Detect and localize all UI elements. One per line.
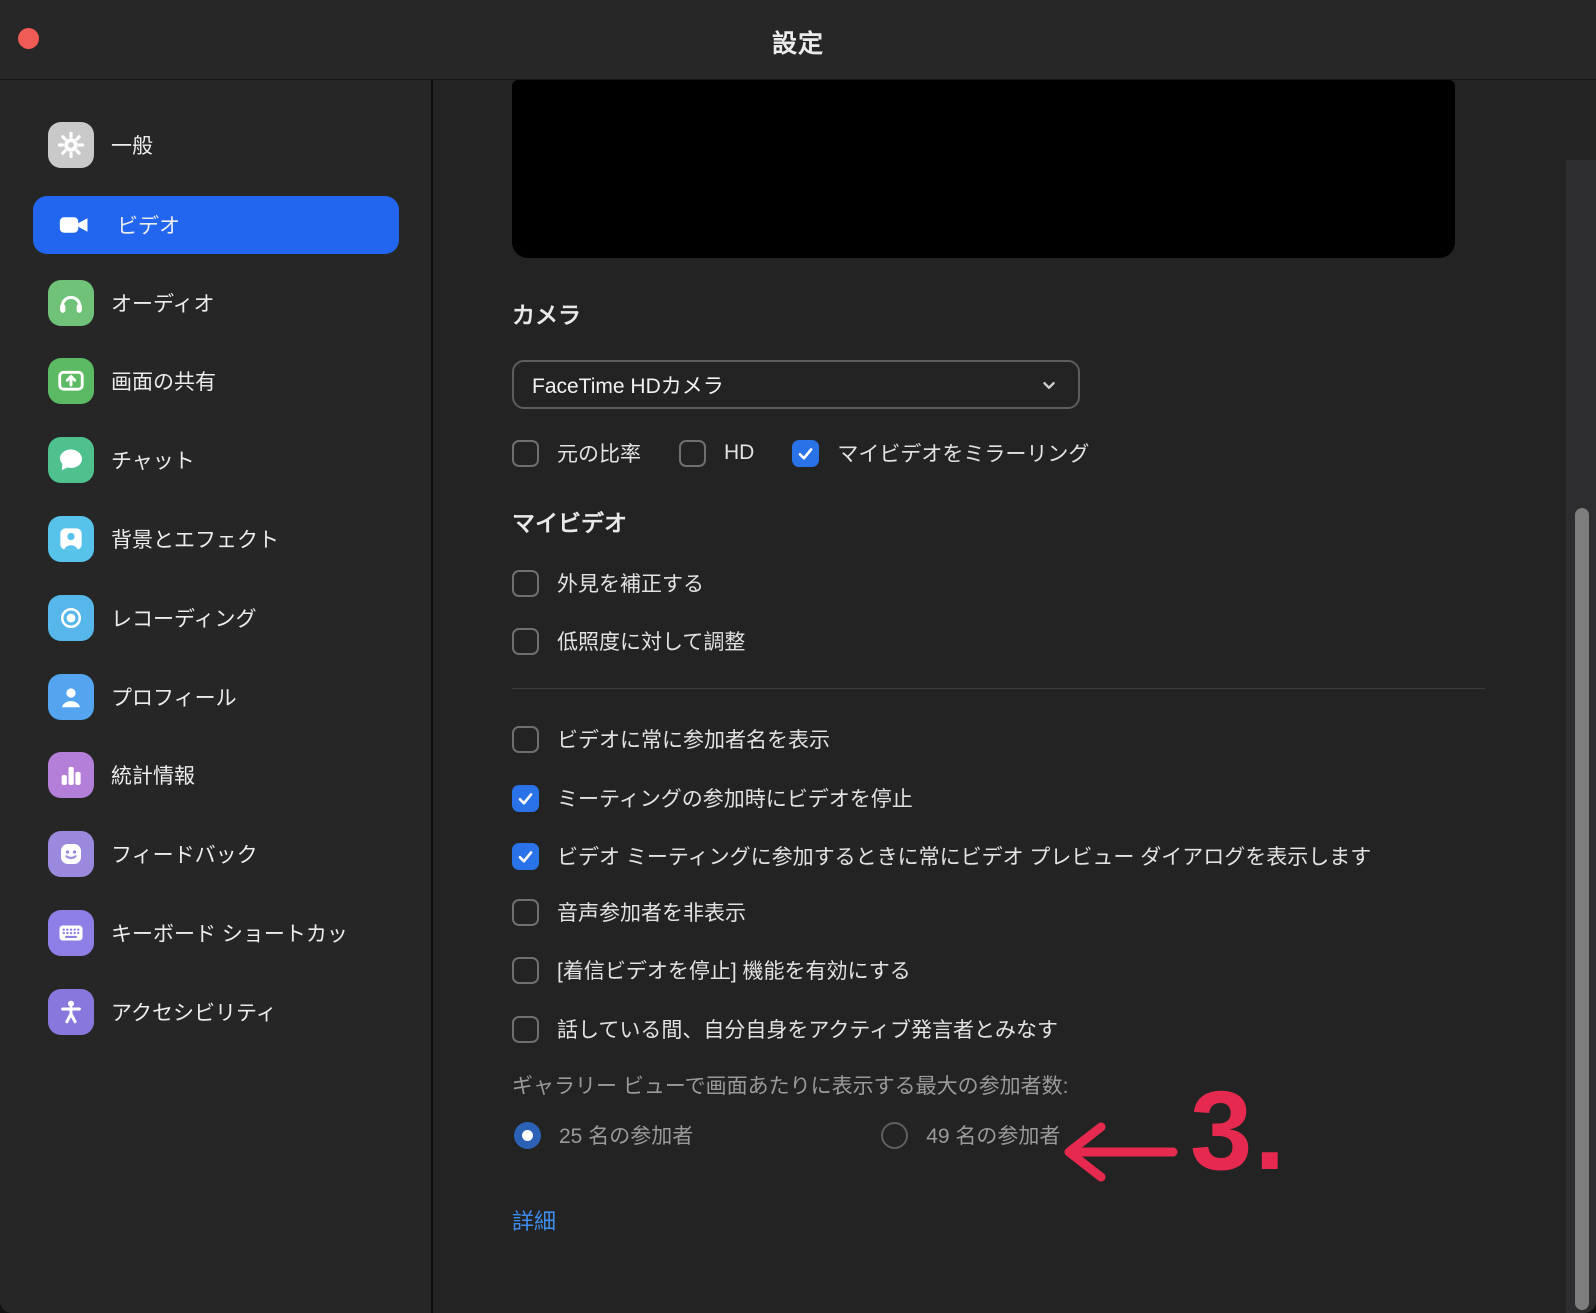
radio-label: 25 名の参加者 (559, 1120, 693, 1150)
my-video-heading: マイビデオ (512, 504, 627, 538)
radio-label: 49 名の参加者 (926, 1120, 1060, 1150)
sidebar-item-general[interactable]: 一般 (33, 116, 399, 174)
sidebar-divider (431, 80, 433, 1313)
gallery-radio-row: 25 名の参加者 49 名の参加者 (514, 1120, 1060, 1150)
option-row: 音声参加者を非表示 (512, 897, 746, 927)
checkbox-mirror-video[interactable] (792, 440, 819, 467)
checkbox-original-ratio[interactable] (512, 440, 539, 467)
sidebar-item-feedback[interactable]: フィードバック (33, 825, 399, 883)
sidebar-item-label: オーディオ (111, 288, 215, 318)
checkbox-stop-video-on-join[interactable] (512, 785, 539, 812)
option-row: 話している間、自分自身をアクティブ発言者とみなす (512, 1014, 1058, 1044)
annotation-step-number: 3. (1190, 1075, 1287, 1187)
sidebar-item-audio[interactable]: オーディオ (33, 274, 399, 332)
keyboard-icon (48, 910, 94, 956)
video-settings-panel: カメラ FaceTime HDカメラ 元の比率 HD マイビデオをミラーリング (433, 80, 1596, 1313)
titlebar: 設定 (0, 0, 1596, 80)
checkbox-label: ビデオに常に参加者名を表示 (557, 724, 830, 754)
sidebar-item-screen-share[interactable]: 画面の共有 (33, 352, 399, 410)
checkbox-hide-non-video[interactable] (512, 899, 539, 926)
sidebar-item-label: 統計情報 (111, 760, 195, 790)
checkbox-label: [着信ビデオを停止] 機能を有効にする (557, 955, 911, 985)
sidebar-item-label: ビデオ (117, 210, 180, 240)
checkbox-spotlight-when-speaking[interactable] (512, 1016, 539, 1043)
option-row: 外見を補正する (512, 568, 704, 598)
chevron-down-icon (1038, 374, 1060, 396)
checkbox-adjust-low-light[interactable] (512, 628, 539, 655)
sidebar-item-label: 背景とエフェクト (111, 524, 279, 554)
sidebar-item-profile[interactable]: プロフィール (33, 668, 399, 726)
advanced-link[interactable]: 詳細 (512, 1204, 556, 1236)
bar-chart-icon (48, 752, 94, 798)
sidebar-item-label: 一般 (111, 130, 153, 160)
scrollbar-thumb[interactable] (1575, 508, 1589, 1310)
checkbox-label: 低照度に対して調整 (557, 626, 745, 656)
radio-25-participants[interactable] (514, 1122, 541, 1149)
checkbox-hd[interactable] (679, 440, 706, 467)
camera-select-value: FaceTime HDカメラ (532, 370, 724, 400)
sidebar-item-label: キーボード ショートカッ (111, 918, 348, 948)
chat-bubble-icon (48, 437, 94, 483)
sidebar-item-label: チャット (111, 445, 195, 475)
checkbox-label: 音声参加者を非表示 (557, 897, 746, 927)
portrait-icon (48, 516, 94, 562)
sidebar-item-statistics[interactable]: 統計情報 (33, 746, 399, 804)
option-row: ビデオに常に参加者名を表示 (512, 724, 830, 754)
option-row: ミーティングの参加時にビデオを停止 (512, 783, 913, 813)
sidebar-item-background-effects[interactable]: 背景とエフェクト (33, 510, 399, 568)
accessibility-icon (48, 989, 94, 1035)
option-row: ビデオ ミーティングに参加するときに常にビデオ プレビュー ダイアログを表示しま… (512, 841, 1371, 871)
camera-heading: カメラ (512, 296, 581, 330)
checkbox-stop-incoming-video[interactable] (512, 957, 539, 984)
gallery-view-label: ギャラリー ビューで画面あたりに表示する最大の参加者数: (512, 1070, 1068, 1100)
camera-options-row: 元の比率 HD マイビデオをミラーリング (512, 438, 1089, 468)
sidebar-item-label: フィードバック (111, 839, 258, 869)
checkbox-always-show-names[interactable] (512, 726, 539, 753)
record-icon (48, 595, 94, 641)
option-row: 低照度に対して調整 (512, 626, 745, 656)
checkbox-label: ビデオ ミーティングに参加するときに常にビデオ プレビュー ダイアログを表示しま… (557, 841, 1371, 871)
checkbox-label: 元の比率 (557, 438, 641, 468)
option-row: [着信ビデオを停止] 機能を有効にする (512, 955, 911, 985)
smiley-icon (48, 831, 94, 877)
checkbox-label: 外見を補正する (557, 568, 704, 598)
video-preview (512, 80, 1455, 258)
checkbox-label: 話している間、自分自身をアクティブ発言者とみなす (557, 1014, 1058, 1044)
section-divider (512, 688, 1485, 689)
sidebar-item-recording[interactable]: レコーディング (33, 589, 399, 647)
sidebar-item-keyboard-shortcuts[interactable]: キーボード ショートカッ (33, 904, 399, 962)
sidebar-item-label: アクセシビリティ (111, 997, 277, 1027)
settings-window: 設定 一般 (0, 0, 1596, 1313)
sidebar-item-label: 画面の共有 (111, 366, 216, 396)
sidebar-item-accessibility[interactable]: アクセシビリティ (33, 983, 399, 1041)
camera-option: マイビデオをミラーリング (792, 438, 1089, 468)
sidebar-item-video[interactable]: ビデオ (33, 196, 399, 254)
sidebar-item-chat[interactable]: チャット (33, 431, 399, 489)
headphones-icon (48, 280, 94, 326)
camera-option: 元の比率 (512, 438, 641, 468)
camera-select[interactable]: FaceTime HDカメラ (512, 360, 1080, 409)
sidebar-item-label: レコーディング (111, 603, 257, 633)
checkbox-label: マイビデオをミラーリング (837, 438, 1089, 468)
sidebar: 一般 ビデオ オーディオ (0, 80, 432, 1313)
gear-icon (48, 122, 94, 168)
camera-option: HD (679, 440, 754, 467)
window-title: 設定 (0, 24, 1596, 60)
screen-share-icon (48, 358, 94, 404)
checkbox-label: HD (724, 441, 754, 465)
sidebar-item-label: プロフィール (111, 682, 237, 712)
checkbox-show-preview-dialog[interactable] (512, 843, 539, 870)
checkbox-touch-up-appearance[interactable] (512, 570, 539, 597)
annotation-arrow-icon (1055, 1120, 1185, 1189)
video-camera-icon (48, 202, 100, 248)
radio-49-participants[interactable] (881, 1122, 908, 1149)
checkbox-label: ミーティングの参加時にビデオを停止 (557, 783, 913, 813)
person-icon (48, 674, 94, 720)
scrollbar-track[interactable] (1566, 160, 1596, 1313)
